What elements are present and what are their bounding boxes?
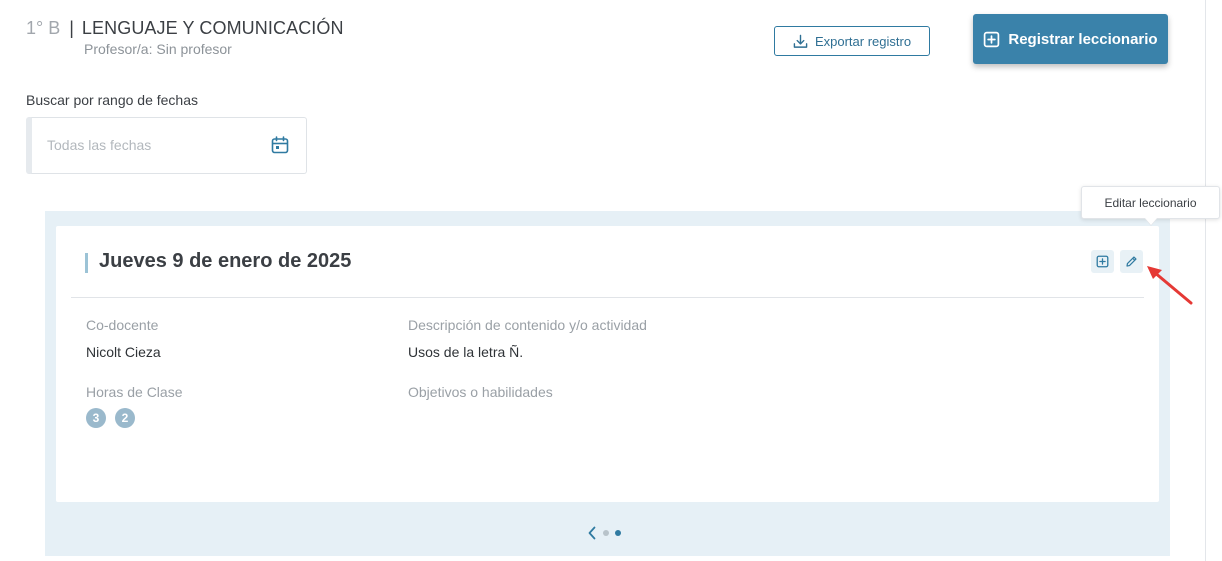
page: 1° B | LENGUAJE Y COMUNICACIÓN Profesor/… — [0, 0, 1222, 561]
download-icon — [793, 34, 808, 48]
course-grade: 1° B — [26, 17, 61, 38]
date-range-placeholder: Todas las fechas — [47, 137, 152, 153]
date-range-input[interactable]: Todas las fechas — [26, 117, 307, 174]
chevron-left-icon[interactable] — [587, 526, 597, 540]
description-value: Usos de la letra Ñ. — [408, 344, 524, 360]
add-lesson-button[interactable] — [1091, 250, 1114, 273]
co-teacher-label: Co-docente — [86, 317, 159, 333]
co-teacher-value: Nicolt Cieza — [86, 344, 161, 360]
calendar-icon[interactable] — [270, 135, 290, 155]
export-register-button[interactable]: Exportar registro — [774, 26, 930, 56]
pencil-icon — [1126, 256, 1137, 267]
date-range-label: Buscar por rango de fechas — [26, 92, 198, 108]
objectives-label: Objetivos o habilidades — [408, 384, 553, 400]
plus-square-icon — [984, 31, 1000, 47]
course-heading: 1° B | LENGUAJE Y COMUNICACIÓN — [26, 17, 344, 39]
lesson-card: Jueves 9 de enero de 2025 Co-docente Nic… — [56, 226, 1159, 502]
description-label: Descripción de contenido y/o actividad — [408, 317, 647, 333]
title-accent-bar — [85, 253, 88, 273]
heading-separator: | — [69, 17, 74, 38]
course-subject: LENGUAJE Y COMUNICACIÓN — [81, 17, 344, 38]
card-divider — [71, 297, 1144, 298]
hour-badge: 2 — [115, 408, 135, 428]
export-register-label: Exportar registro — [814, 33, 912, 49]
right-divider — [1205, 0, 1206, 561]
edit-tooltip: Editar leccionario — [1081, 186, 1220, 219]
plus-square-icon — [1096, 255, 1109, 268]
pager-dot-active[interactable] — [615, 530, 621, 536]
tooltip-tail — [1145, 218, 1157, 225]
carousel-pager — [587, 526, 621, 540]
pager-dot[interactable] — [603, 530, 609, 536]
register-lesson-button[interactable]: Registrar leccionario — [973, 14, 1168, 64]
register-lesson-label: Registrar leccionario — [1008, 30, 1158, 48]
annotation-arrow-icon — [1147, 266, 1193, 305]
teacher-label: Profesor/a: Sin profesor — [84, 41, 232, 57]
lesson-date-title: Jueves 9 de enero de 2025 — [99, 250, 352, 272]
class-hours-label: Horas de Clase — [86, 384, 183, 400]
hour-badge: 3 — [86, 408, 106, 428]
